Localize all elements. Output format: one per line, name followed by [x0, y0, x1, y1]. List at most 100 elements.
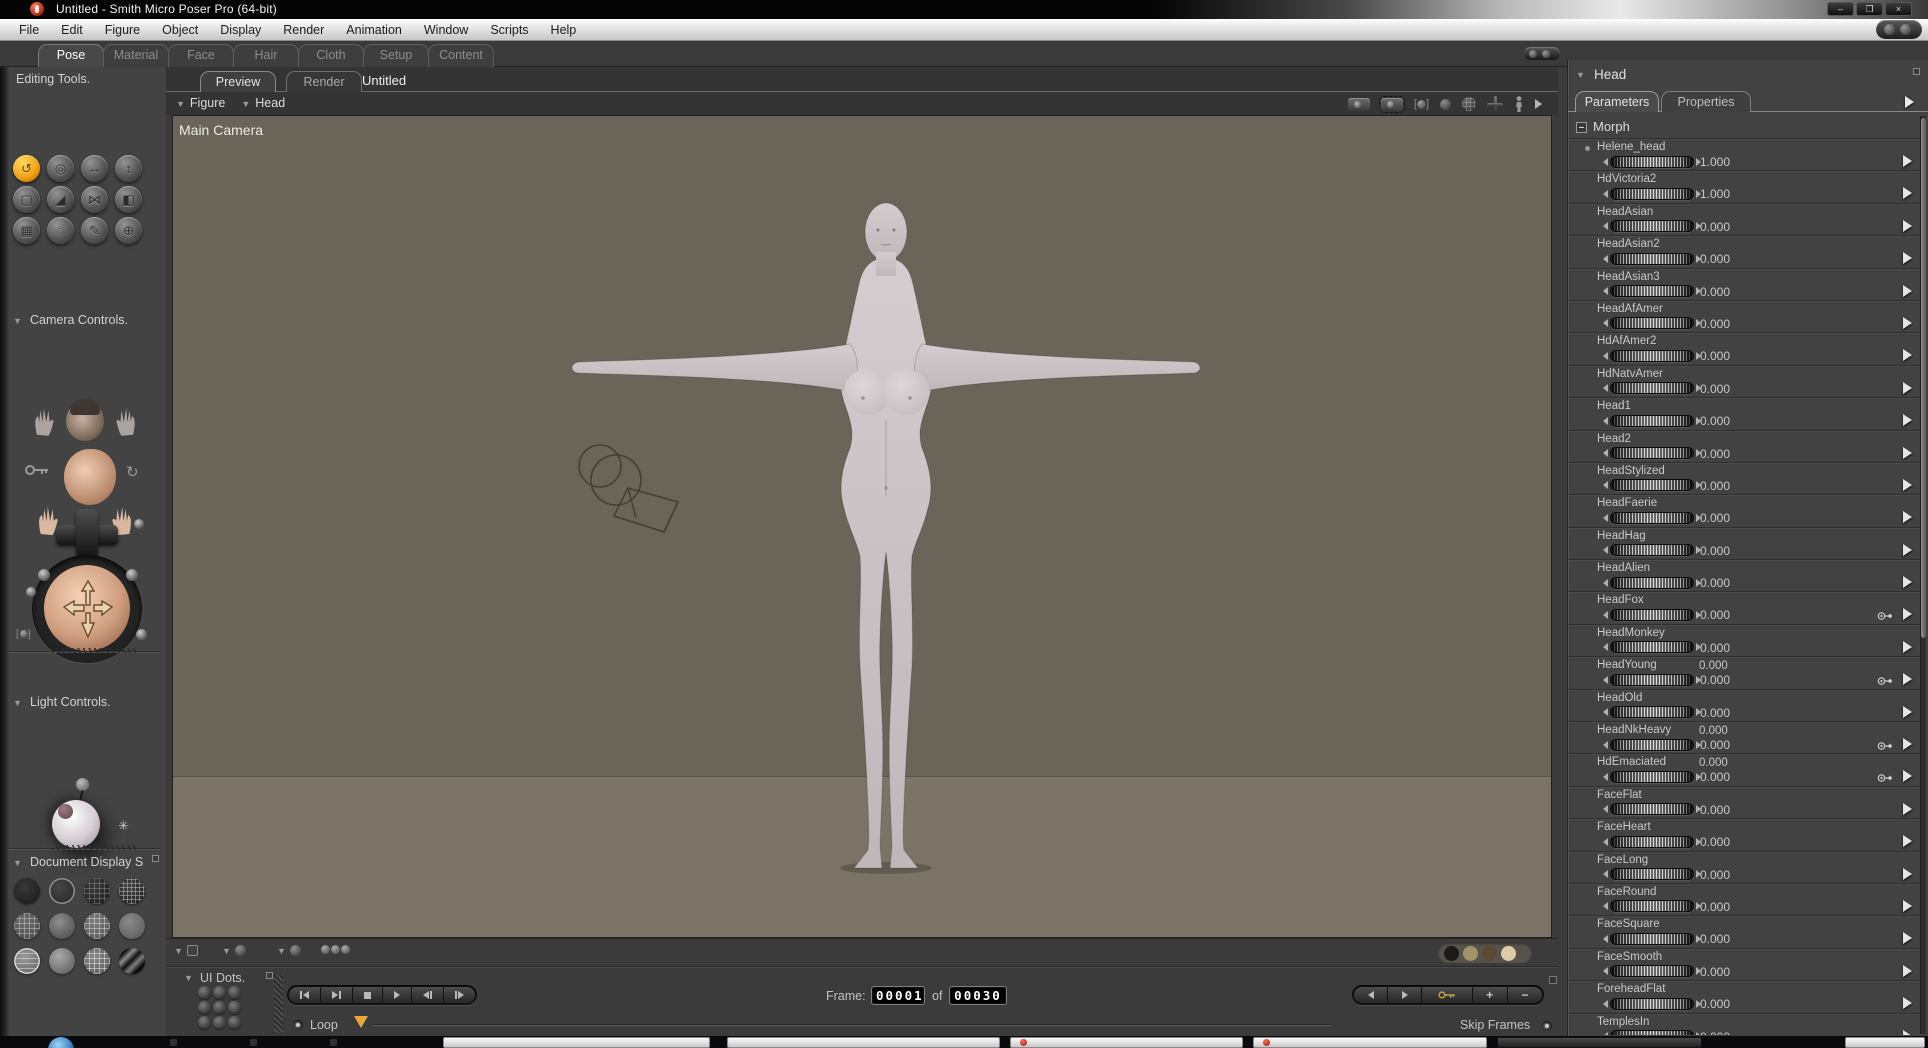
- dial-decrement-icon[interactable]: [1603, 772, 1608, 781]
- morph-label[interactable]: HeadNkHeavy: [1597, 724, 1671, 736]
- go-last-button[interactable]: [321, 987, 352, 1003]
- parameter-tab-properties[interactable]: Properties: [1661, 91, 1751, 112]
- system-tray[interactable]: [1845, 1037, 1925, 1048]
- rotate-camera-icon[interactable]: ↻: [126, 463, 139, 481]
- morph-options-chevron-icon[interactable]: [1903, 543, 1912, 556]
- menu-item-object[interactable]: Object: [151, 21, 209, 39]
- room-tab-cloth[interactable]: Cloth: [298, 44, 364, 67]
- morph-value[interactable]: 0.000: [1700, 608, 1730, 622]
- morph-group-collapse-icon[interactable]: [1576, 122, 1587, 133]
- display-style-flat-lined-icon[interactable]: [84, 913, 110, 939]
- morph-dial[interactable]: [1603, 317, 1701, 330]
- ball-icon[interactable]: [1440, 98, 1451, 110]
- go-first-button[interactable]: [289, 987, 320, 1003]
- panel-next-chevron-icon[interactable]: [1905, 96, 1914, 108]
- morph-label[interactable]: HeadAlien: [1597, 562, 1650, 574]
- ui-dots-collapse-icon[interactable]: ▼: [184, 973, 193, 983]
- morph-dial[interactable]: [1603, 835, 1701, 848]
- morph-options-chevron-icon[interactable]: [1903, 770, 1912, 783]
- morph-label[interactable]: HeadHag: [1597, 530, 1646, 542]
- morph-dial[interactable]: [1603, 770, 1701, 783]
- dial-track[interactable]: [1610, 932, 1694, 945]
- morph-label[interactable]: HdVictoria2: [1597, 173, 1656, 185]
- dial-decrement-icon[interactable]: [1603, 805, 1608, 814]
- morph-dial[interactable]: [1603, 544, 1701, 557]
- skip-frames-radio[interactable]: [1542, 1021, 1552, 1031]
- morph-options-chevron-icon[interactable]: [1903, 381, 1912, 394]
- select-camera-bracket-icon[interactable]: []: [16, 629, 32, 640]
- morph-options-chevron-icon[interactable]: [1903, 867, 1912, 880]
- display-style-lit-wireframe-icon[interactable]: [84, 878, 110, 904]
- display-style-texture-shaded-icon[interactable]: [119, 948, 145, 974]
- actor-selector-dropdown[interactable]: ▼ Head: [241, 96, 285, 110]
- morph-dial[interactable]: [1603, 479, 1701, 492]
- morph-dial[interactable]: [1603, 511, 1701, 524]
- morph-dial[interactable]: [1603, 900, 1701, 913]
- camera-icon[interactable]: [1347, 97, 1370, 111]
- morph-dial[interactable]: [1603, 576, 1701, 589]
- total-frames-counter[interactable]: 00030: [950, 987, 1006, 1004]
- morph-options-chevron-icon[interactable]: [1903, 964, 1912, 977]
- color-tool-icon[interactable]: ◧: [115, 186, 142, 213]
- delete-keyframe-button[interactable]: −: [1507, 987, 1542, 1003]
- morph-value[interactable]: 0.000: [1700, 997, 1730, 1011]
- morph-dial[interactable]: [1603, 414, 1701, 427]
- morph-options-chevron-icon[interactable]: [1903, 1029, 1912, 1035]
- dial-decrement-icon[interactable]: [1603, 837, 1608, 846]
- stop-button[interactable]: [353, 987, 382, 1003]
- morph-dial[interactable]: [1603, 285, 1701, 298]
- morph-options-chevron-icon[interactable]: [1903, 932, 1912, 945]
- twist-tool-icon[interactable]: ◎: [47, 155, 74, 182]
- morph-options-chevron-icon[interactable]: [1903, 284, 1912, 297]
- morph-value[interactable]: 0.000: [1700, 770, 1730, 784]
- dial-track[interactable]: [1610, 641, 1694, 654]
- bracket-ball-icon[interactable]: []: [1414, 98, 1429, 110]
- dial-decrement-icon[interactable]: [1603, 157, 1608, 166]
- viewport-tab-preview[interactable]: Preview: [200, 71, 276, 92]
- viewport-tab-render[interactable]: Render: [286, 71, 362, 92]
- dial-track[interactable]: [1610, 317, 1694, 330]
- start-button[interactable]: [48, 1037, 74, 1048]
- morph-dial[interactable]: [1603, 868, 1701, 881]
- morph-dial[interactable]: [1603, 447, 1701, 460]
- dial-decrement-icon[interactable]: [1603, 287, 1608, 296]
- taskbar-app-button[interactable]: [443, 1037, 710, 1048]
- morph-value[interactable]: 0.000: [1700, 738, 1730, 752]
- display-style-cartoon-icon[interactable]: [119, 913, 145, 939]
- morph-value[interactable]: 0.000: [1700, 479, 1730, 493]
- morph-label[interactable]: HdAfAmer2: [1597, 335, 1656, 347]
- morph-dial[interactable]: [1603, 738, 1701, 751]
- animating-key-icon[interactable]: [24, 463, 50, 477]
- panel-collapse-icon[interactable]: ▼: [1576, 70, 1585, 80]
- ui-dot-button[interactable]: [228, 986, 241, 999]
- morph-dial[interactable]: [1603, 187, 1701, 200]
- sidebar-divider-hash[interactable]: [52, 845, 136, 850]
- document-display-collapse-icon[interactable]: ▼: [13, 858, 22, 868]
- maximize-button[interactable]: ❐: [1856, 2, 1883, 16]
- dial-track[interactable]: [1610, 673, 1694, 686]
- color-swatch-0[interactable]: [1444, 945, 1459, 961]
- morph-options-chevron-icon[interactable]: [1903, 802, 1912, 815]
- dial-track[interactable]: [1610, 511, 1694, 524]
- menu-item-scripts[interactable]: Scripts: [479, 21, 539, 39]
- morph-options-chevron-icon[interactable]: [1903, 155, 1912, 167]
- display-style-smooth-lined-icon[interactable]: [84, 948, 110, 974]
- camera-select-head-icon[interactable]: [64, 449, 116, 505]
- ui-dot-button[interactable]: [198, 1016, 211, 1029]
- display-style-wireframe-icon[interactable]: [119, 878, 145, 904]
- menu-item-help[interactable]: Help: [540, 21, 588, 39]
- room-tab-face[interactable]: Face: [168, 44, 234, 67]
- dial-track[interactable]: [1610, 155, 1694, 168]
- dial-track[interactable]: [1610, 544, 1694, 557]
- morph-value[interactable]: 0.000: [1700, 868, 1730, 882]
- dial-track[interactable]: [1610, 803, 1694, 816]
- dial-track[interactable]: [1610, 738, 1694, 751]
- preview-canvas[interactable]: Main Camera: [172, 115, 1552, 938]
- dial-track[interactable]: [1610, 997, 1694, 1010]
- morph-label[interactable]: Head1: [1597, 400, 1631, 412]
- figure-selector-dropdown[interactable]: ▼ Figure: [176, 96, 225, 110]
- menu-item-edit[interactable]: Edit: [50, 21, 94, 39]
- taskbar-app-button[interactable]: [1010, 1037, 1243, 1048]
- dial-decrement-icon[interactable]: [1603, 999, 1608, 1008]
- morph-value[interactable]: 0.000: [1700, 900, 1730, 914]
